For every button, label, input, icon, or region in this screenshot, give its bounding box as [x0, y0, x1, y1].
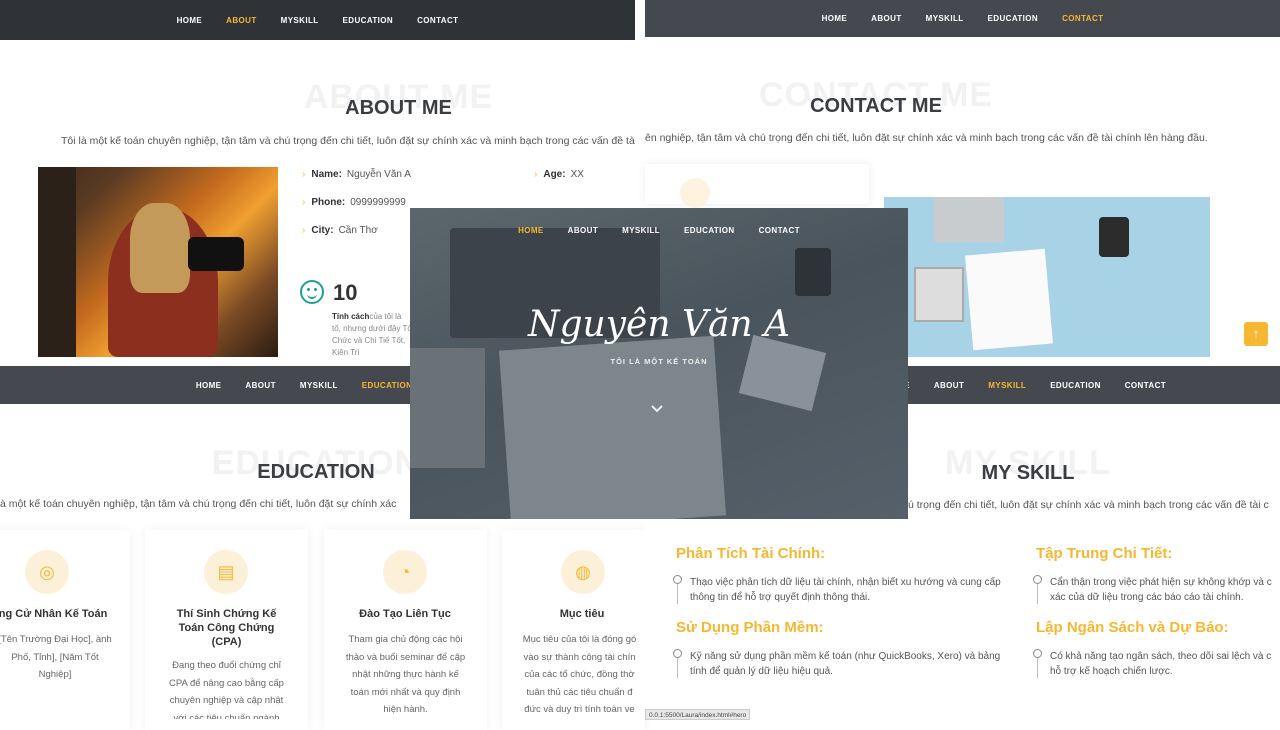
skill-item-text: Thạo việc phân tích dữ liệu tài chính, n…	[690, 577, 1001, 603]
skill-dot	[673, 649, 682, 658]
status-url: 0.0.1:5500/Laura/index.html#hero	[645, 709, 751, 720]
skill-dot	[673, 575, 682, 584]
contact-navbar: HOME ABOUT MYSKILL EDUCATION CONTACT	[645, 0, 1280, 37]
stat-text: Tính cáchcủa tôi là tố, nhưng dưới đây T…	[332, 312, 412, 357]
nav-contact[interactable]: CONTACT	[759, 226, 800, 235]
document-icon: ▤	[204, 550, 248, 594]
education-card-title: Mục tiêu	[559, 608, 605, 620]
nav-contact[interactable]: CONTACT	[417, 16, 458, 25]
education-card-text: Đang theo đuổi chứng chỉ CPA để nâng cao…	[169, 660, 284, 719]
detail-phone: › Phone: 0999999999	[302, 197, 406, 208]
nav-contact[interactable]: CONTACT	[1125, 381, 1166, 390]
education-card-text: Tham gia chủ động các hội thảo và buổi s…	[345, 634, 466, 715]
globe-icon: ◍	[561, 550, 605, 594]
detail-city: › City: Cần Thơ	[302, 225, 378, 236]
detail-age: › Age: XX	[534, 169, 584, 180]
skill-item-text: Kỹ năng sử dụng phần mềm kế toán (như Qu…	[690, 651, 1001, 677]
skill-item-text: Cẩn thận trong việc phát hiện sự không k…	[1050, 577, 1272, 603]
nav-contact[interactable]: CONTACT	[1062, 14, 1103, 23]
chevron-right-icon: ›	[302, 197, 306, 208]
education-card-title: ằng Cử Nhân Kế Toán	[0, 608, 108, 620]
gauge-icon: ◔	[383, 550, 427, 594]
skill-dot	[1033, 649, 1042, 658]
chevron-right-icon: ›	[534, 169, 538, 180]
nav-about[interactable]: ABOUT	[871, 14, 901, 23]
skill-item-title: Phân Tích Tài Chính:	[676, 545, 826, 562]
skill-title: MY SKILL	[981, 462, 1075, 484]
smile-icon	[300, 280, 324, 304]
about-photo	[38, 167, 278, 357]
nav-education[interactable]: EDUCATION	[988, 14, 1039, 23]
chevron-right-icon: ›	[302, 225, 306, 236]
nav-about[interactable]: ABOUT	[226, 16, 256, 25]
skill-item-title: Tập Trung Chi Tiết:	[1036, 545, 1173, 562]
nav-myskill[interactable]: MYSKILL	[281, 16, 319, 25]
education-card-title: Thí Sinh Chứng Kế Toán Công Chứng (CPA)	[176, 608, 277, 648]
hero-panel: HOME ABOUT MYSKILL EDUCATION CONTACT Ngu…	[410, 208, 908, 519]
nav-education[interactable]: EDUCATION	[362, 381, 413, 390]
chevron-down-icon[interactable]	[650, 402, 664, 416]
nav-education[interactable]: EDUCATION	[1050, 381, 1101, 390]
basketball-icon: ◎	[25, 550, 69, 594]
nav-home[interactable]: HOME	[518, 226, 544, 235]
skill-dot	[1033, 575, 1042, 584]
contact-description: ên nghiệp, tận tâm và chú trọng đến chi …	[645, 132, 1208, 144]
education-card-text: Mục tiêu của tôi là đóng gó vào sự thành…	[522, 634, 637, 715]
about-title: ABOUT ME	[345, 97, 452, 119]
skill-item-title: Sử Dụng Phần Mềm:	[676, 619, 824, 636]
hero-subtitle: TÔI LÀ MỘT KẾ TOÁN	[610, 357, 708, 366]
about-navbar: HOME ABOUT MYSKILL EDUCATION CONTACT	[0, 0, 635, 40]
nav-about[interactable]: ABOUT	[568, 226, 598, 235]
nav-about[interactable]: ABOUT	[934, 381, 964, 390]
nav-myskill[interactable]: MYSKILL	[926, 14, 964, 23]
nav-education[interactable]: EDUCATION	[684, 226, 735, 235]
chevron-right-icon: ›	[302, 169, 306, 180]
detail-name: › Name: Nguyễn Văn A	[302, 169, 411, 180]
nav-home[interactable]: HOME	[822, 14, 848, 23]
nav-about[interactable]: ABOUT	[245, 381, 275, 390]
nav-home[interactable]: HOME	[196, 381, 222, 390]
contact-card	[645, 164, 869, 204]
stat-number: 10	[333, 280, 358, 305]
hero-name: Nguyên Văn A	[527, 304, 791, 345]
skill-item-text: Có khả năng tạo ngân sách, theo dõi sai …	[1050, 651, 1272, 677]
nav-home[interactable]: HOME	[177, 16, 203, 25]
nav-myskill[interactable]: MYSKILL	[622, 226, 660, 235]
education-card-text: [Tên Trường Đại Học], ành Phố, Tỉnh], [N…	[0, 634, 112, 680]
nav-myskill[interactable]: MYSKILL	[988, 381, 1026, 390]
education-description: à một kế toán chuyên nghiệp, tận tâm và …	[0, 498, 397, 510]
scroll-top-button[interactable]: ↑	[1244, 322, 1268, 346]
skill-description: ú trọng đến chi tiết, luôn đặt sự chính …	[908, 499, 1269, 511]
about-description: Tôi là một kế toán chuyên nghiệp, tận tâ…	[61, 135, 635, 147]
hero-navbar: HOME ABOUT MYSKILL EDUCATION CONTACT	[410, 222, 908, 238]
nav-myskill[interactable]: MYSKILL	[300, 381, 338, 390]
location-icon	[680, 178, 710, 208]
nav-education[interactable]: EDUCATION	[343, 16, 394, 25]
skill-item-title: Lập Ngân Sách và Dự Báo:	[1036, 619, 1229, 636]
contact-desk-image	[884, 197, 1210, 357]
contact-title: CONTACT ME	[810, 95, 942, 117]
education-card-title: Đào Tạo Liên Tục	[359, 608, 451, 620]
